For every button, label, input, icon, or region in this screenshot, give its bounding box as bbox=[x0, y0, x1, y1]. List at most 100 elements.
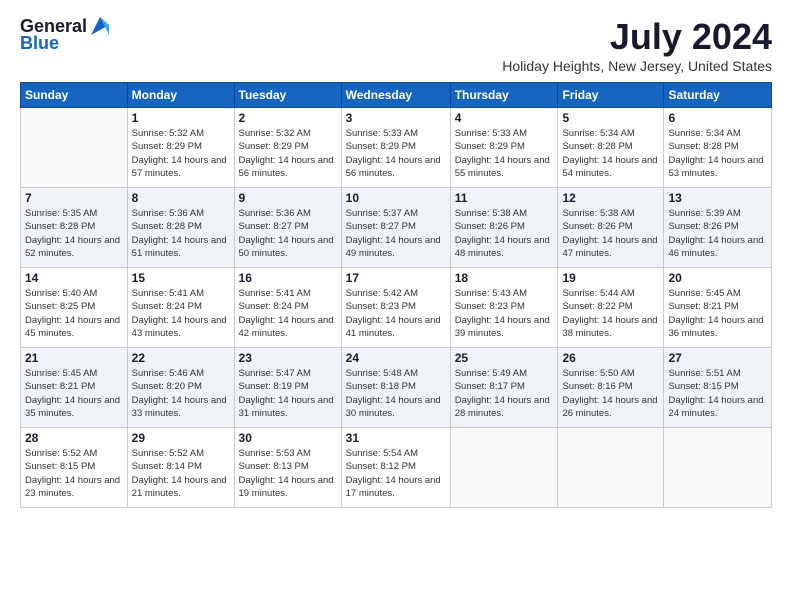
day-info: Sunrise: 5:38 AM Sunset: 8:26 PM Dayligh… bbox=[562, 207, 659, 260]
day-info: Sunrise: 5:36 AM Sunset: 8:28 PM Dayligh… bbox=[132, 207, 230, 260]
day-info: Sunrise: 5:52 AM Sunset: 8:14 PM Dayligh… bbox=[132, 447, 230, 500]
day-number: 11 bbox=[455, 191, 554, 205]
day-info: Sunrise: 5:34 AM Sunset: 8:28 PM Dayligh… bbox=[668, 127, 767, 180]
calendar-cell: 13Sunrise: 5:39 AM Sunset: 8:26 PM Dayli… bbox=[664, 188, 772, 268]
day-number: 23 bbox=[239, 351, 337, 365]
day-number: 4 bbox=[455, 111, 554, 125]
day-info: Sunrise: 5:46 AM Sunset: 8:20 PM Dayligh… bbox=[132, 367, 230, 420]
calendar-cell: 8 Sunrise: 5:36 AM Sunset: 8:28 PM Daylig… bbox=[127, 188, 234, 268]
title-block: July 2024 Holiday Heights, New Jersey, U… bbox=[502, 16, 772, 74]
day-number: 3 bbox=[346, 111, 446, 125]
day-number: 14 bbox=[25, 271, 123, 285]
day-number: 6 bbox=[668, 111, 767, 125]
col-sunday: Sunday bbox=[21, 83, 128, 108]
day-info: Sunrise: 5:44 AM Sunset: 8:22 PM Dayligh… bbox=[562, 287, 659, 340]
day-number: 5 bbox=[562, 111, 659, 125]
calendar-cell: 3 Sunrise: 5:33 AM Sunset: 8:29 PM Daylig… bbox=[341, 108, 450, 188]
day-number: 24 bbox=[346, 351, 446, 365]
calendar-cell: 18 Sunrise: 5:43 AM Sunset: 8:23 PM Dayli… bbox=[450, 268, 558, 348]
calendar-week-row-0: 1Sunrise: 5:32 AM Sunset: 8:29 PM Daylig… bbox=[21, 108, 772, 188]
calendar-cell: 15 Sunrise: 5:41 AM Sunset: 8:24 PM Dayli… bbox=[127, 268, 234, 348]
day-info: Sunrise: 5:33 AM Sunset: 8:29 PM Dayligh… bbox=[455, 127, 554, 180]
month-title: July 2024 bbox=[502, 16, 772, 58]
calendar-cell bbox=[558, 428, 664, 508]
day-info: Sunrise: 5:54 AM Sunset: 8:12 PM Dayligh… bbox=[346, 447, 446, 500]
day-number: 13 bbox=[668, 191, 767, 205]
day-info: Sunrise: 5:38 AM Sunset: 8:26 PM Dayligh… bbox=[455, 207, 554, 260]
day-number: 19 bbox=[562, 271, 659, 285]
calendar-cell bbox=[664, 428, 772, 508]
day-number: 20 bbox=[668, 271, 767, 285]
calendar-cell: 7 Sunrise: 5:35 AM Sunset: 8:28 PM Daylig… bbox=[21, 188, 128, 268]
calendar-week-row-3: 21 Sunrise: 5:45 AM Sunset: 8:21 PM Dayli… bbox=[21, 348, 772, 428]
day-number: 8 bbox=[132, 191, 230, 205]
day-info: Sunrise: 5:45 AM Sunset: 8:21 PM Dayligh… bbox=[25, 367, 123, 420]
calendar-cell bbox=[21, 108, 128, 188]
day-info: Sunrise: 5:32 AM Sunset: 8:29 PM Dayligh… bbox=[239, 127, 337, 180]
calendar-table: Sunday Monday Tuesday Wednesday Thursday… bbox=[20, 82, 772, 508]
calendar-cell: 4 Sunrise: 5:33 AM Sunset: 8:29 PM Daylig… bbox=[450, 108, 558, 188]
day-number: 27 bbox=[668, 351, 767, 365]
calendar-cell: 6 Sunrise: 5:34 AM Sunset: 8:28 PM Daylig… bbox=[664, 108, 772, 188]
col-monday: Monday bbox=[127, 83, 234, 108]
day-number: 17 bbox=[346, 271, 446, 285]
calendar-cell: 19 Sunrise: 5:44 AM Sunset: 8:22 PM Dayli… bbox=[558, 268, 664, 348]
day-info: Sunrise: 5:52 AM Sunset: 8:15 PM Dayligh… bbox=[25, 447, 123, 500]
day-number: 12 bbox=[562, 191, 659, 205]
day-info: Sunrise: 5:49 AM Sunset: 8:17 PM Dayligh… bbox=[455, 367, 554, 420]
day-info: Sunrise: 5:43 AM Sunset: 8:23 PM Dayligh… bbox=[455, 287, 554, 340]
day-info: Sunrise: 5:41 AM Sunset: 8:24 PM Dayligh… bbox=[239, 287, 337, 340]
calendar-week-row-4: 28 Sunrise: 5:52 AM Sunset: 8:15 PM Dayli… bbox=[21, 428, 772, 508]
calendar-cell: 10Sunrise: 5:37 AM Sunset: 8:27 PM Dayli… bbox=[341, 188, 450, 268]
calendar-cell: 29 Sunrise: 5:52 AM Sunset: 8:14 PM Dayli… bbox=[127, 428, 234, 508]
calendar-cell: 30 Sunrise: 5:53 AM Sunset: 8:13 PM Dayli… bbox=[234, 428, 341, 508]
col-tuesday: Tuesday bbox=[234, 83, 341, 108]
day-number: 28 bbox=[25, 431, 123, 445]
day-number: 31 bbox=[346, 431, 446, 445]
day-info: Sunrise: 5:33 AM Sunset: 8:29 PM Dayligh… bbox=[346, 127, 446, 180]
calendar-cell: 23Sunrise: 5:47 AM Sunset: 8:19 PM Dayli… bbox=[234, 348, 341, 428]
calendar-cell: 14 Sunrise: 5:40 AM Sunset: 8:25 PM Dayli… bbox=[21, 268, 128, 348]
calendar-header-row: Sunday Monday Tuesday Wednesday Thursday… bbox=[21, 83, 772, 108]
day-number: 7 bbox=[25, 191, 123, 205]
calendar-cell: 17 Sunrise: 5:42 AM Sunset: 8:23 PM Dayli… bbox=[341, 268, 450, 348]
day-number: 21 bbox=[25, 351, 123, 365]
calendar-cell: 26Sunrise: 5:50 AM Sunset: 8:16 PM Dayli… bbox=[558, 348, 664, 428]
day-number: 9 bbox=[239, 191, 337, 205]
day-number: 22 bbox=[132, 351, 230, 365]
header: General Blue July 2024 Holiday Heights, … bbox=[20, 16, 772, 74]
day-number: 2 bbox=[239, 111, 337, 125]
day-number: 18 bbox=[455, 271, 554, 285]
col-wednesday: Wednesday bbox=[341, 83, 450, 108]
calendar-cell: 27Sunrise: 5:51 AM Sunset: 8:15 PM Dayli… bbox=[664, 348, 772, 428]
day-info: Sunrise: 5:40 AM Sunset: 8:25 PM Dayligh… bbox=[25, 287, 123, 340]
calendar-cell: 2 Sunrise: 5:32 AM Sunset: 8:29 PM Daylig… bbox=[234, 108, 341, 188]
calendar-cell: 11 Sunrise: 5:38 AM Sunset: 8:26 PM Dayli… bbox=[450, 188, 558, 268]
day-info: Sunrise: 5:36 AM Sunset: 8:27 PM Dayligh… bbox=[239, 207, 337, 260]
col-friday: Friday bbox=[558, 83, 664, 108]
day-number: 30 bbox=[239, 431, 337, 445]
calendar-cell: 12 Sunrise: 5:38 AM Sunset: 8:26 PM Dayli… bbox=[558, 188, 664, 268]
logo-icon bbox=[89, 15, 111, 37]
day-number: 29 bbox=[132, 431, 230, 445]
location: Holiday Heights, New Jersey, United Stat… bbox=[502, 58, 772, 74]
calendar-cell: 28 Sunrise: 5:52 AM Sunset: 8:15 PM Dayli… bbox=[21, 428, 128, 508]
calendar-week-row-1: 7 Sunrise: 5:35 AM Sunset: 8:28 PM Daylig… bbox=[21, 188, 772, 268]
day-info: Sunrise: 5:50 AM Sunset: 8:16 PM Dayligh… bbox=[562, 367, 659, 420]
day-info: Sunrise: 5:32 AM Sunset: 8:29 PM Dayligh… bbox=[132, 127, 230, 180]
day-info: Sunrise: 5:53 AM Sunset: 8:13 PM Dayligh… bbox=[239, 447, 337, 500]
day-info: Sunrise: 5:42 AM Sunset: 8:23 PM Dayligh… bbox=[346, 287, 446, 340]
day-info: Sunrise: 5:41 AM Sunset: 8:24 PM Dayligh… bbox=[132, 287, 230, 340]
day-number: 15 bbox=[132, 271, 230, 285]
calendar-cell: 25 Sunrise: 5:49 AM Sunset: 8:17 PM Dayli… bbox=[450, 348, 558, 428]
day-info: Sunrise: 5:45 AM Sunset: 8:21 PM Dayligh… bbox=[668, 287, 767, 340]
day-info: Sunrise: 5:35 AM Sunset: 8:28 PM Dayligh… bbox=[25, 207, 123, 260]
calendar-cell: 5Sunrise: 5:34 AM Sunset: 8:28 PM Daylig… bbox=[558, 108, 664, 188]
day-number: 25 bbox=[455, 351, 554, 365]
calendar-week-row-2: 14 Sunrise: 5:40 AM Sunset: 8:25 PM Dayli… bbox=[21, 268, 772, 348]
calendar-cell: 20 Sunrise: 5:45 AM Sunset: 8:21 PM Dayli… bbox=[664, 268, 772, 348]
page: General Blue July 2024 Holiday Heights, … bbox=[0, 0, 792, 612]
col-thursday: Thursday bbox=[450, 83, 558, 108]
calendar-cell: 31 Sunrise: 5:54 AM Sunset: 8:12 PM Dayli… bbox=[341, 428, 450, 508]
day-number: 16 bbox=[239, 271, 337, 285]
